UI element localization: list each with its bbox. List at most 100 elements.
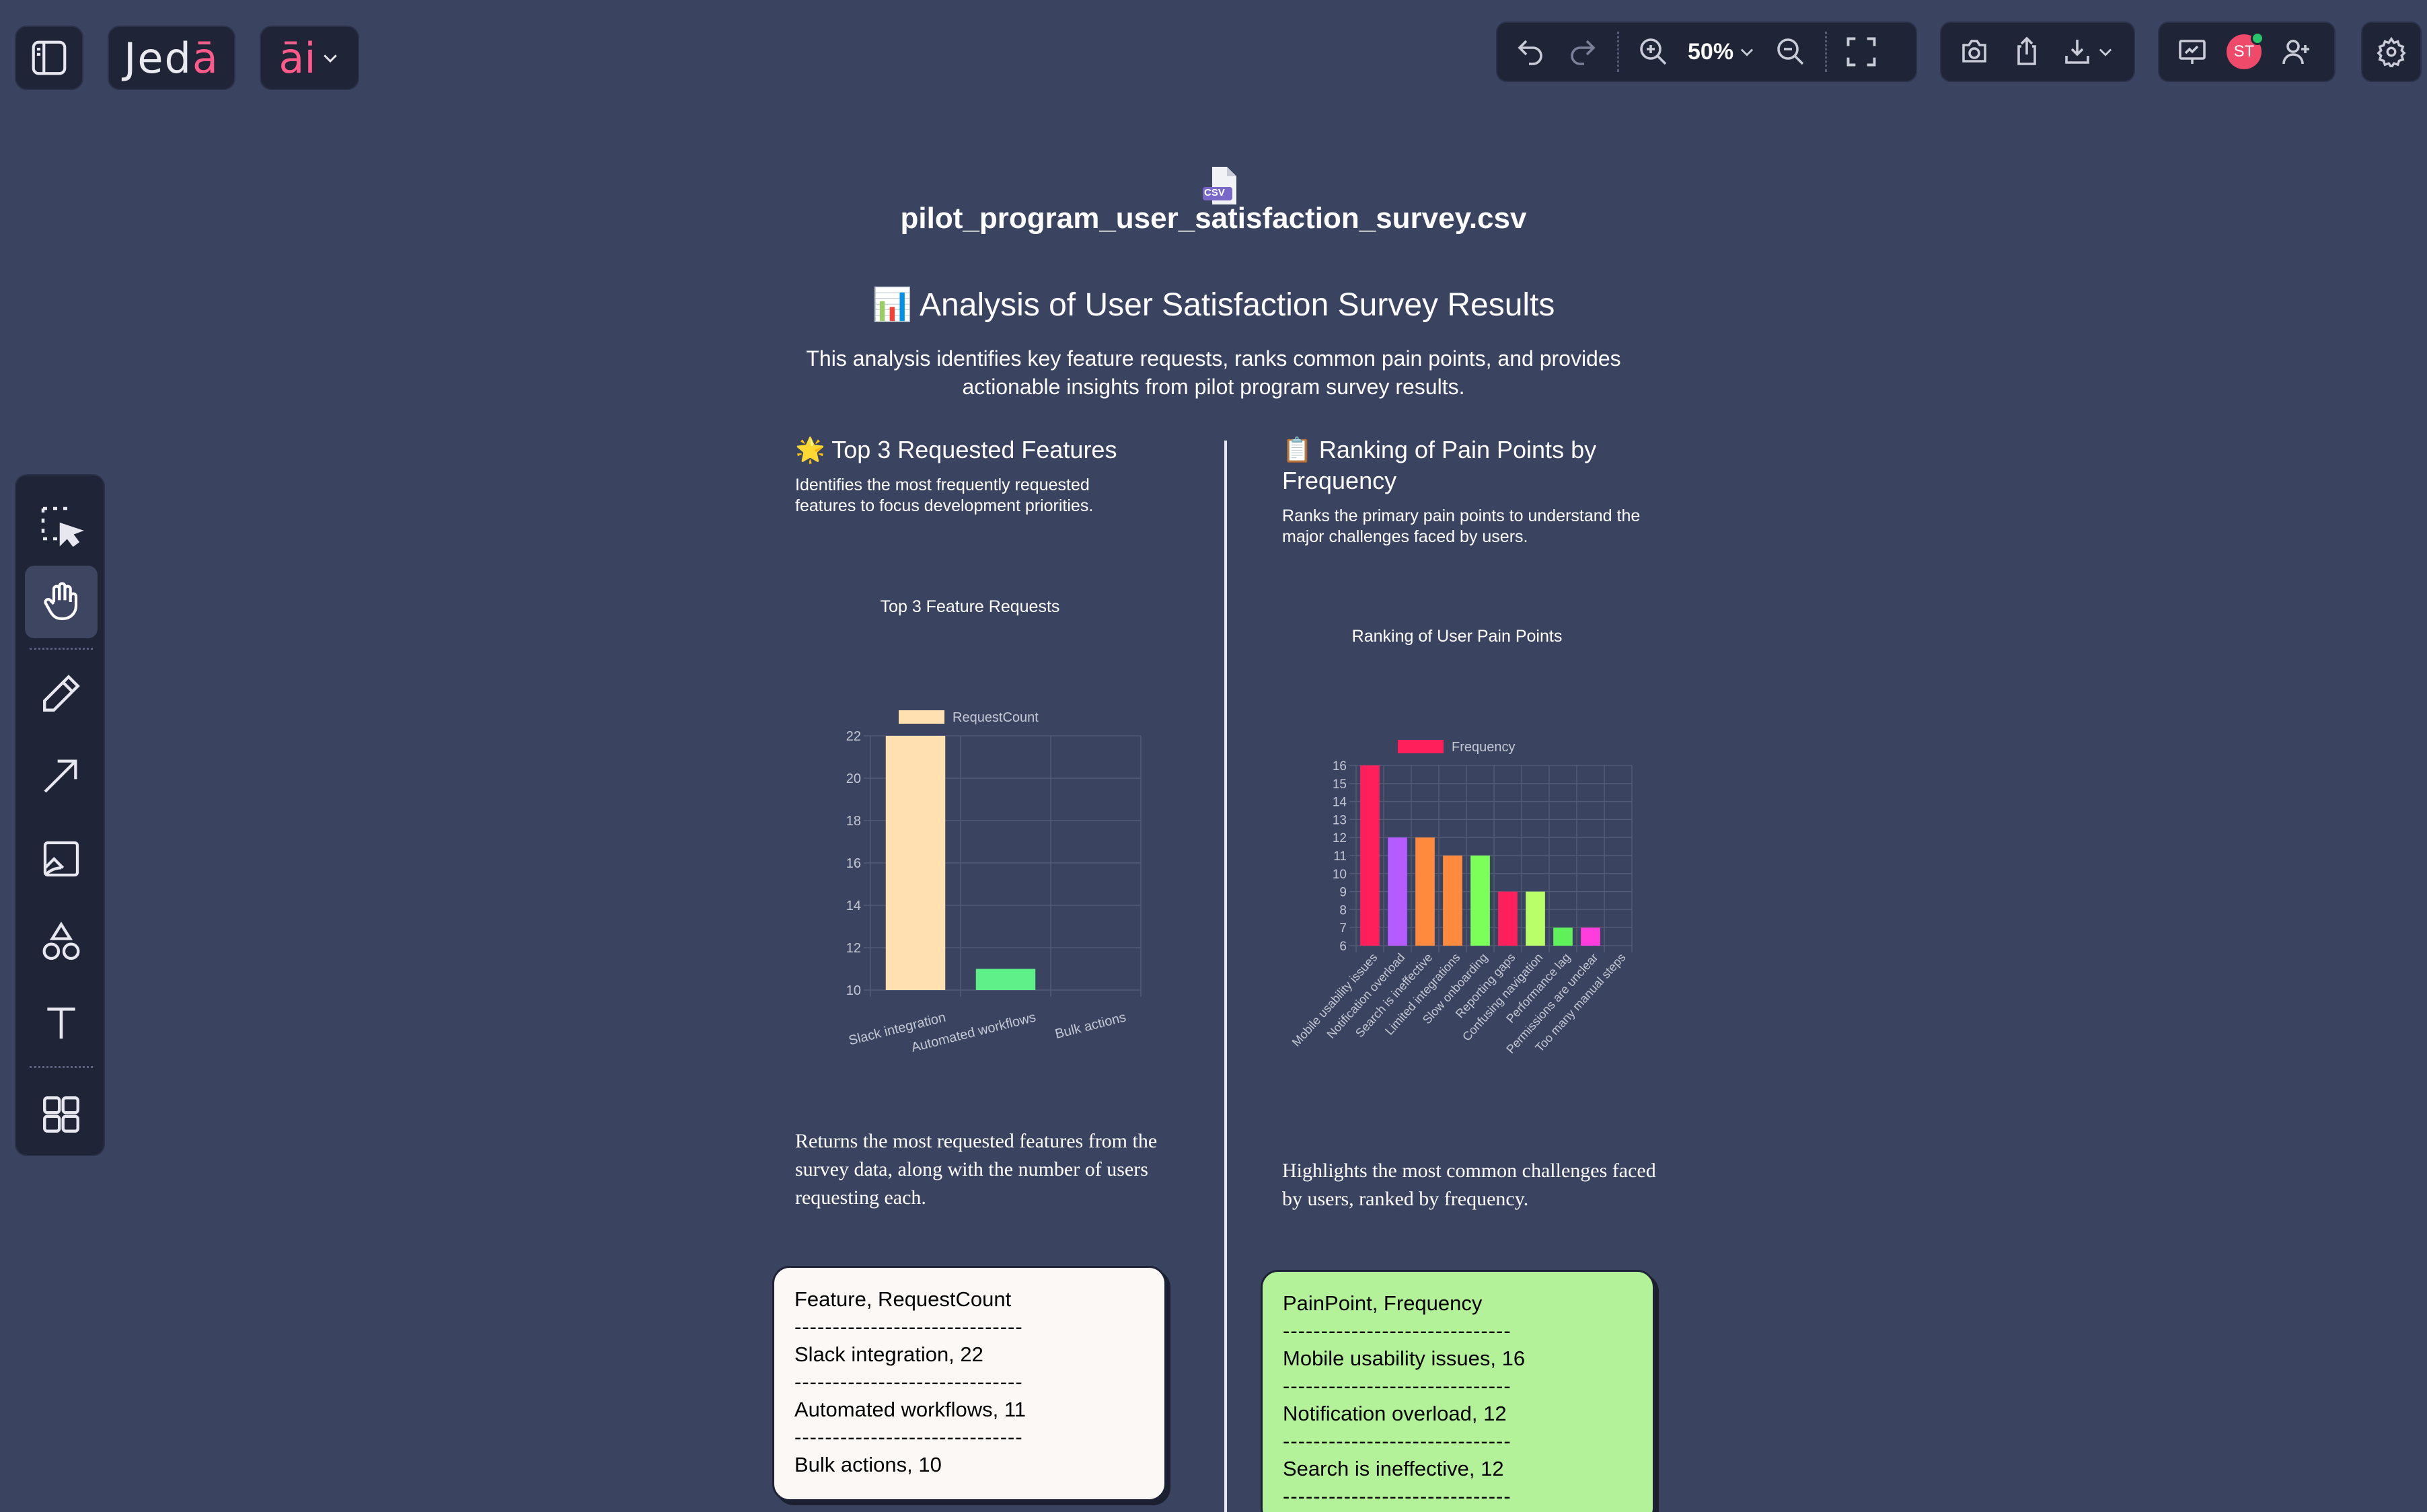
zoom-in-button[interactable] xyxy=(1635,34,1672,70)
palette-divider xyxy=(30,648,93,650)
components-tool[interactable] xyxy=(25,1078,98,1151)
shapes-tool[interactable] xyxy=(25,906,98,979)
y-tick-label: 15 xyxy=(1333,778,1347,792)
download-dropdown[interactable] xyxy=(2061,36,2115,68)
grid-icon xyxy=(43,1096,79,1133)
select-tool[interactable] xyxy=(25,490,98,563)
app-logo[interactable]: Jedā xyxy=(108,26,235,90)
page-subtitle: This analysis identifies key feature req… xyxy=(806,346,1621,399)
sidebar-panel-icon xyxy=(32,40,67,75)
features-chart-title: Top 3 Feature Requests xyxy=(880,597,1060,616)
redo-button[interactable] xyxy=(1565,34,1601,70)
selection-icon xyxy=(41,506,84,547)
text-tool[interactable] xyxy=(25,987,98,1059)
features-card-line: Feature, RequestCount xyxy=(794,1287,1012,1311)
pain-points-heading-text: Ranking of Pain Points by Frequency xyxy=(1282,436,1597,494)
bar xyxy=(975,969,1036,990)
bar xyxy=(1415,837,1435,946)
invite-user-button[interactable] xyxy=(2278,34,2314,70)
export-toolbar xyxy=(1940,22,2135,82)
zoom-level: 50% xyxy=(1688,38,1734,65)
features-heading-text: Top 3 Requested Features xyxy=(831,436,1117,463)
bar xyxy=(885,736,946,990)
present-button[interactable] xyxy=(2174,34,2210,70)
pain-points-card-line: Mobile usability issues, 16 xyxy=(1283,1347,1526,1370)
pain-points-card-line: PainPoint, Frequency xyxy=(1283,1291,1483,1315)
chevron-down-icon xyxy=(1740,48,1754,56)
logo-text: Jedā xyxy=(124,33,219,83)
bar xyxy=(1388,837,1407,946)
add-user-icon xyxy=(2282,40,2309,65)
text-icon xyxy=(47,1008,75,1039)
y-tick-label: 9 xyxy=(1339,886,1347,900)
page-title-text: Analysis of User Satisfaction Survey Res… xyxy=(920,287,1555,323)
ai-menu-button[interactable]: āi xyxy=(260,26,359,90)
features-note: Returns the most requested features from… xyxy=(795,1130,1158,1209)
features-card-divider: ------------------------------ xyxy=(794,1425,1023,1449)
y-tick-label: 10 xyxy=(846,983,861,998)
download-icon xyxy=(2065,40,2089,64)
bar xyxy=(1553,928,1573,946)
star-emoji-icon: 🌟 xyxy=(795,436,825,463)
legend-swatch xyxy=(899,710,944,724)
tool-palette xyxy=(15,474,105,1156)
features-card-line: Automated workflows, 11 xyxy=(794,1398,1026,1421)
pain-points-card-line: Notification overload, 12 xyxy=(1283,1402,1507,1425)
share-button[interactable] xyxy=(2009,34,2045,70)
chart-emoji-icon: 📊 xyxy=(872,287,913,323)
palette-divider xyxy=(30,1066,93,1068)
features-description: Identifies the most frequently requested… xyxy=(795,476,1094,515)
features-card-line: Slack integration, 22 xyxy=(794,1343,983,1366)
y-tick-label: 14 xyxy=(846,899,861,913)
pencil-icon xyxy=(43,675,80,712)
file-type-label: CSV xyxy=(1204,187,1225,198)
pain-points-card-divider: ------------------------------ xyxy=(1283,1374,1511,1398)
y-tick-label: 6 xyxy=(1339,940,1347,954)
zoom-out-button[interactable] xyxy=(1772,34,1809,70)
settings-button[interactable] xyxy=(2373,34,2410,70)
file-name[interactable]: pilot_program_user_satisfaction_survey.c… xyxy=(0,202,2427,235)
features-card-line: Bulk actions, 10 xyxy=(794,1453,942,1476)
user-avatar[interactable]: ST xyxy=(2227,32,2264,69)
fit-to-screen-button[interactable] xyxy=(1843,34,1879,70)
image-tool[interactable] xyxy=(25,823,98,895)
pain-points-card-divider: ------------------------------ xyxy=(1283,1319,1511,1343)
ai-label: āi xyxy=(278,33,316,83)
pain-points-description: Ranks the primary pain points to underst… xyxy=(1282,506,1641,546)
toolbar-divider xyxy=(1617,32,1619,72)
history-zoom-toolbar: 50% xyxy=(1496,22,1917,82)
camera-icon xyxy=(1962,40,1986,63)
y-tick-label: 12 xyxy=(846,941,861,956)
arrow-tool[interactable] xyxy=(25,739,98,812)
features-card-content: Feature, RequestCount -------------------… xyxy=(794,1285,1144,1478)
collaboration-toolbar: ST xyxy=(2158,22,2336,82)
y-tick-label: 10 xyxy=(1333,868,1347,882)
file-icon xyxy=(1203,167,1236,204)
upload-icon xyxy=(2017,36,2036,65)
features-result-card: Feature, RequestCount -------------------… xyxy=(772,1266,1166,1501)
y-tick-label: 22 xyxy=(846,729,861,744)
zoom-level-dropdown[interactable]: 50% xyxy=(1688,39,1756,65)
arrow-icon xyxy=(44,759,77,793)
zoom-in-icon xyxy=(1640,38,1667,65)
screenshot-button[interactable] xyxy=(1956,34,1992,70)
features-bar-chart: RequestCount10121416182022Slack integrat… xyxy=(846,710,1142,1055)
undo-button[interactable] xyxy=(1512,34,1548,70)
pain-points-heading: 📋 Ranking of Pain Points by Frequency xyxy=(1282,434,1699,496)
chevron-down-icon xyxy=(2099,48,2112,56)
features-card-divider: ------------------------------ xyxy=(794,1370,1023,1394)
shapes-icon xyxy=(42,921,80,960)
y-tick-label: 11 xyxy=(1333,849,1347,864)
hand-tool[interactable] xyxy=(25,566,98,638)
y-tick-label: 13 xyxy=(1333,813,1347,827)
pen-tool[interactable] xyxy=(25,657,98,730)
csv-file-icon[interactable]: CSV xyxy=(1200,164,1243,207)
settings-toolbar xyxy=(2361,22,2422,82)
redo-icon xyxy=(1571,40,1596,65)
pain-points-card-line: Search is ineffective, 12 xyxy=(1283,1457,1504,1480)
pain-points-result-card: PainPoint, Frequency --------------------… xyxy=(1261,1270,1655,1512)
bar xyxy=(1360,765,1380,946)
sidebar-toggle-button[interactable] xyxy=(15,26,83,90)
features-heading: 🌟 Top 3 Requested Features xyxy=(795,434,1199,465)
bar xyxy=(1443,856,1462,946)
